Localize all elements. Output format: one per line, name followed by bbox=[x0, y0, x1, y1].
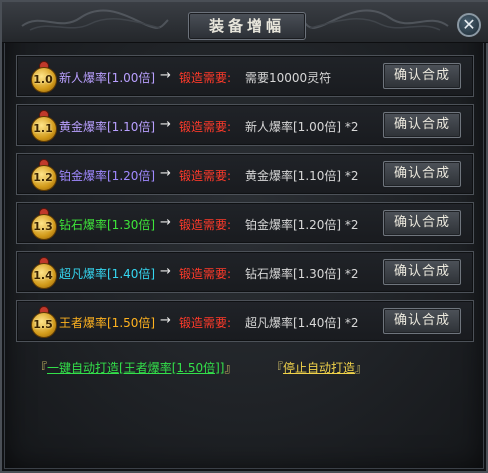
arrow-icon: → bbox=[160, 117, 171, 132]
bracket-close: 』 bbox=[355, 361, 368, 375]
auto-forge-label[interactable]: 一键自动打造[王者爆率[1.50倍]] bbox=[47, 361, 224, 375]
close-icon[interactable]: ✕ bbox=[457, 13, 481, 37]
requirement-value: 钻石爆率[1.30倍] *2 bbox=[245, 267, 359, 281]
requirement-label: 锻造需要: bbox=[179, 267, 232, 281]
dragon-ornament-left bbox=[21, 9, 169, 31]
item-name: 铂金爆率[1.20倍] bbox=[59, 169, 156, 183]
requirement-value: 黄金爆率[1.10倍] *2 bbox=[245, 169, 359, 183]
recipe-list: 1.0 新人爆率[1.00倍] → 锻造需要: 需要10000灵符 确认合成 1.1 黄金爆率… bbox=[16, 55, 474, 349]
recipe-row: 1.1 黄金爆率[1.10倍] → 锻造需要: 新人爆率[1.00倍] *2 确认合成 bbox=[16, 104, 474, 146]
bracket-close: 』 bbox=[224, 361, 237, 375]
medal-level: 1.1 bbox=[33, 122, 53, 135]
item-name: 超凡爆率[1.40倍] bbox=[59, 267, 156, 281]
confirm-synthesis-button[interactable]: 确认合成 bbox=[383, 259, 461, 285]
item-name: 王者爆率[1.50倍] bbox=[59, 316, 156, 330]
requirement-value: 需要10000灵符 bbox=[245, 71, 332, 85]
medal-icon: 1.1 bbox=[28, 110, 58, 142]
medal-level: 1.5 bbox=[33, 318, 53, 331]
arrow-icon: → bbox=[160, 264, 171, 279]
auto-forge-link[interactable]: 『一键自动打造[王者爆率[1.50倍]]』 bbox=[35, 359, 236, 376]
requirement-label: 锻造需要: bbox=[179, 169, 232, 183]
medal-icon: 1.0 bbox=[28, 61, 58, 93]
medal-level: 1.2 bbox=[33, 171, 53, 184]
stop-forge-link[interactable]: 『停止自动打造』 bbox=[271, 359, 367, 376]
medal-icon: 1.2 bbox=[28, 159, 58, 191]
requirement-value: 超凡爆率[1.40倍] *2 bbox=[245, 316, 359, 330]
stop-forge-label[interactable]: 停止自动打造 bbox=[283, 361, 355, 375]
recipe-row: 1.3 钻石爆率[1.30倍] → 锻造需要: 铂金爆率[1.20倍] *2 确认合成 bbox=[16, 202, 474, 244]
confirm-synthesis-button[interactable]: 确认合成 bbox=[383, 308, 461, 334]
medal-icon: 1.3 bbox=[28, 208, 58, 240]
medal-level: 1.0 bbox=[33, 73, 53, 86]
requirement-label: 锻造需要: bbox=[179, 120, 232, 134]
requirement-label: 锻造需要: bbox=[179, 71, 232, 85]
equipment-enhance-window: 装备增幅 ✕ 1.0 新人爆率[1.00倍] → 锻造需要: 需要10000灵符 确认合成… bbox=[0, 0, 488, 473]
recipe-row: 1.5 王者爆率[1.50倍] → 锻造需要: 超凡爆率[1.40倍] *2 确认合成 bbox=[16, 300, 474, 342]
arrow-icon: → bbox=[160, 215, 171, 230]
arrow-icon: → bbox=[160, 68, 171, 83]
confirm-synthesis-button[interactable]: 确认合成 bbox=[383, 112, 461, 138]
requirement-value: 铂金爆率[1.20倍] *2 bbox=[245, 218, 359, 232]
requirement-value: 新人爆率[1.00倍] *2 bbox=[245, 120, 359, 134]
arrow-icon: → bbox=[160, 313, 171, 328]
medal-icon: 1.4 bbox=[28, 257, 58, 289]
item-name: 黄金爆率[1.10倍] bbox=[59, 120, 156, 134]
dragon-ornament-right bbox=[301, 9, 449, 31]
medal-level: 1.3 bbox=[33, 220, 53, 233]
recipe-row: 1.0 新人爆率[1.00倍] → 锻造需要: 需要10000灵符 确认合成 bbox=[16, 55, 474, 97]
requirement-label: 锻造需要: bbox=[179, 316, 232, 330]
confirm-synthesis-button[interactable]: 确认合成 bbox=[383, 210, 461, 236]
item-name: 新人爆率[1.00倍] bbox=[59, 71, 156, 85]
confirm-synthesis-button[interactable]: 确认合成 bbox=[383, 63, 461, 89]
medal-level: 1.4 bbox=[33, 269, 53, 282]
recipe-row: 1.4 超凡爆率[1.40倍] → 锻造需要: 钻石爆率[1.30倍] *2 确认合成 bbox=[16, 251, 474, 293]
confirm-synthesis-button[interactable]: 确认合成 bbox=[383, 161, 461, 187]
window-title: 装备增幅 bbox=[188, 12, 306, 40]
recipe-row: 1.2 铂金爆率[1.20倍] → 锻造需要: 黄金爆率[1.10倍] *2 确认合成 bbox=[16, 153, 474, 195]
bracket-open: 『 bbox=[271, 361, 284, 375]
title-bar: 装备增幅 ✕ bbox=[2, 2, 488, 43]
medal-icon: 1.5 bbox=[28, 306, 58, 338]
requirement-label: 锻造需要: bbox=[179, 218, 232, 232]
bracket-open: 『 bbox=[35, 361, 48, 375]
item-name: 钻石爆率[1.30倍] bbox=[59, 218, 156, 232]
arrow-icon: → bbox=[160, 166, 171, 181]
